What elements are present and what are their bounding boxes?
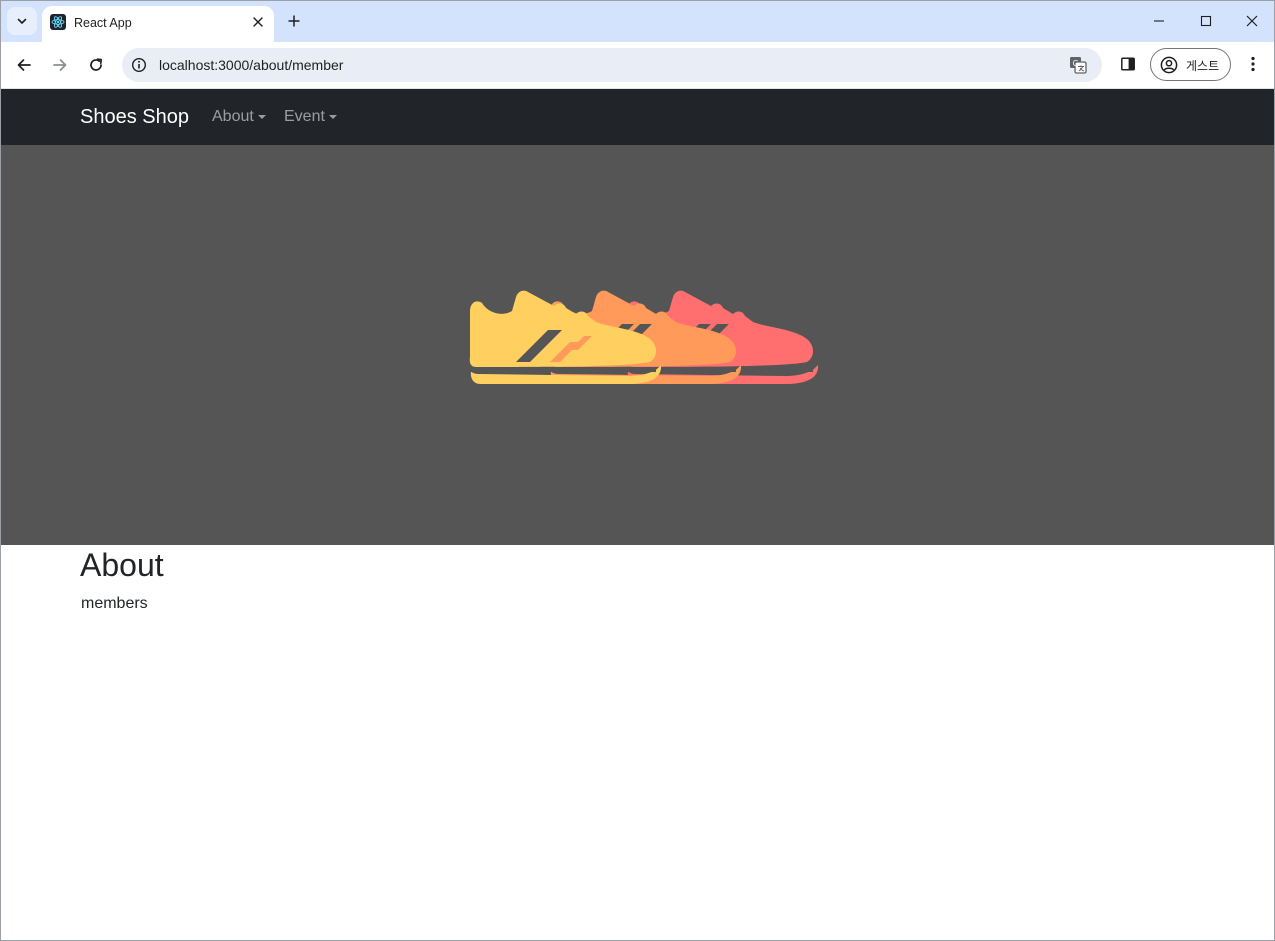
side-panel-icon [1121,57,1135,71]
site-navbar: Shoes Shop About Event [1,89,1274,145]
browser-toolbar: localhost:3000/about/member G 게스트 [1,42,1274,89]
minimize-icon [1154,20,1164,22]
browser-menu-button[interactable] [1242,53,1264,75]
close-icon [253,17,263,27]
site-info-icon[interactable] [130,56,148,74]
new-tab-button[interactable] [283,10,305,32]
browser-tab[interactable]: React App [42,6,274,42]
tab-strip: React App [1,1,1274,42]
nav-dropdown-about[interactable]: About [212,108,266,126]
tab-search-button[interactable] [7,7,37,35]
side-panel-button[interactable] [1117,53,1139,75]
maximize-button[interactable] [1183,1,1229,41]
shoes-illustration [469,290,818,384]
tab-close-button[interactable] [248,12,268,32]
hero-banner [1,145,1274,545]
reload-icon [90,58,103,71]
account-circle-icon [1160,56,1178,74]
forward-button[interactable] [47,52,73,78]
profile-label: 게스트 [1186,59,1220,73]
maximize-icon [1200,15,1212,27]
caret-down-icon [257,115,266,119]
nav-dropdown-event[interactable]: Event [284,108,337,126]
translate-icon[interactable]: G [1068,55,1088,75]
site-brand[interactable]: Shoes Shop [80,106,189,129]
window-close-button[interactable] [1229,1,1274,41]
minimize-button-area[interactable] [1136,1,1182,41]
react-icon [50,14,66,30]
reload-button[interactable] [83,52,109,78]
arrow-left-icon [17,59,31,71]
browser-window: React App localhost:3000/about/member G … [0,0,1275,941]
close-icon [1246,15,1258,27]
arrow-right-icon [53,59,67,71]
address-url[interactable]: localhost:3000/about/member [159,57,343,73]
web-page: Shoes Shop About Event About members [1,89,1274,940]
address-bar[interactable]: localhost:3000/about/member G [122,48,1102,82]
svg-text:G: G [1073,59,1079,68]
nav-dropdown-label: About [212,108,254,125]
nav-dropdown-label: Event [284,108,325,125]
more-vert-icon [1251,56,1255,72]
tab-title: React App [74,16,132,30]
back-button[interactable] [11,52,37,78]
chevron-down-icon [17,18,27,24]
plus-icon [288,15,300,27]
profile-button[interactable]: 게스트 [1150,48,1231,81]
page-subtitle: members [81,595,148,612]
caret-down-icon [328,115,337,119]
page-title: About [80,547,164,583]
